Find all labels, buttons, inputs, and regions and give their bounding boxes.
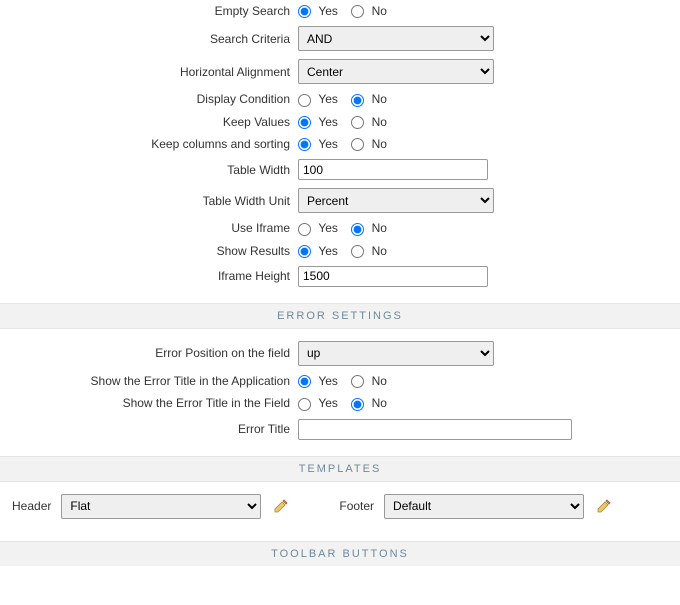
no-label: No [372,221,387,235]
search-criteria-select[interactable]: AND [298,26,494,51]
keep-values-no[interactable] [351,116,364,129]
error-settings-header: ERROR SETTINGS [0,303,680,329]
no-label: No [372,374,387,388]
error-title-label: Error Title [0,415,294,444]
empty-search-no[interactable] [351,5,364,18]
empty-search-label: Empty Search [0,0,294,22]
no-label: No [372,137,387,151]
no-label: No [372,396,387,410]
error-position-select[interactable]: up [298,341,494,366]
keep-values-yes[interactable] [298,116,311,129]
show-error-title-app-label: Show the Error Title in the Application [0,370,294,392]
yes-label: Yes [318,221,338,235]
show-results-yes[interactable] [298,245,311,258]
iframe-height-label: Iframe Height [0,262,294,291]
toolbar-buttons-header: TOOLBAR BUTTONS [0,541,680,566]
yes-label: Yes [318,374,338,388]
use-iframe-yes[interactable] [298,223,311,236]
no-label: No [372,244,387,258]
show-results-no[interactable] [351,245,364,258]
use-iframe-no[interactable] [351,223,364,236]
edit-footer-icon[interactable] [596,498,612,514]
use-iframe-label: Use Iframe [0,217,294,239]
keep-columns-sorting-label: Keep columns and sorting [0,133,294,155]
yes-label: Yes [318,396,338,410]
no-label: No [372,115,387,129]
horizontal-alignment-label: Horizontal Alignment [0,55,294,88]
error-title-input[interactable] [298,419,572,440]
yes-label: Yes [318,244,338,258]
no-label: No [372,92,387,106]
error-position-label: Error Position on the field [0,337,294,370]
header-template-select[interactable]: Flat [61,494,261,519]
edit-header-icon[interactable] [273,498,289,514]
table-width-unit-label: Table Width Unit [0,184,294,217]
footer-template-label: Footer [339,499,374,513]
empty-search-yes[interactable] [298,5,311,18]
search-criteria-label: Search Criteria [0,22,294,55]
header-template-label: Header [12,499,51,513]
show-error-title-field-label: Show the Error Title in the Field [0,392,294,414]
yes-label: Yes [318,137,338,151]
yes-label: Yes [318,4,338,18]
show-error-title-field-no[interactable] [351,398,364,411]
footer-template-select[interactable]: Default [384,494,584,519]
table-width-unit-select[interactable]: Percent [298,188,494,213]
keep-columns-sorting-yes[interactable] [298,138,311,151]
yes-label: Yes [318,115,338,129]
table-width-input[interactable] [298,159,488,180]
horizontal-alignment-select[interactable]: Center [298,59,494,84]
yes-label: Yes [318,92,338,106]
no-label: No [372,4,387,18]
show-error-title-app-no[interactable] [351,375,364,388]
display-condition-label: Display Condition [0,88,294,110]
display-condition-no[interactable] [351,94,364,107]
show-error-title-field-yes[interactable] [298,398,311,411]
keep-columns-sorting-no[interactable] [351,138,364,151]
show-error-title-app-yes[interactable] [298,375,311,388]
display-condition-yes[interactable] [298,94,311,107]
keep-values-label: Keep Values [0,111,294,133]
show-results-label: Show Results [0,240,294,262]
templates-header: TEMPLATES [0,456,680,482]
table-width-label: Table Width [0,155,294,184]
iframe-height-input[interactable] [298,266,488,287]
